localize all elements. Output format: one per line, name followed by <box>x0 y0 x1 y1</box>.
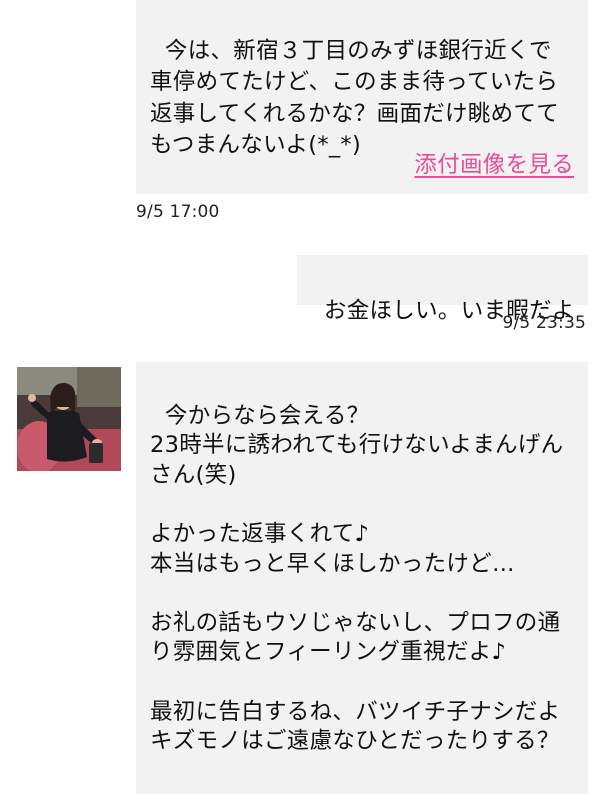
message-text: 今は、新宿３丁目のみずほ銀行近くで車停めてたけど、このまま待っていたら返事してく… <box>150 37 560 159</box>
received-message-bubble: 今からなら会える？ 23時半に誘われても行けないよまんげんさん(笑) よかった返… <box>136 362 588 794</box>
message-timestamp: 9/5 23:35 <box>502 313 586 333</box>
avatar-photo <box>17 367 121 471</box>
message-timestamp: 9/5 17:00 <box>136 202 220 222</box>
sender-avatar[interactable] <box>17 367 121 471</box>
received-message-bubble: 今は、新宿３丁目のみずほ銀行近くで車停めてたけど、このまま待っていたら返事してく… <box>136 0 588 194</box>
view-attachment-link[interactable]: 添付画像を見る <box>414 150 574 182</box>
sent-message-bubble: お金ほしい。いま暇だよ <box>297 255 588 324</box>
message-text: 今からなら会える？ 23時半に誘われても行けないよまんげんさん(笑) よかった返… <box>150 402 564 755</box>
